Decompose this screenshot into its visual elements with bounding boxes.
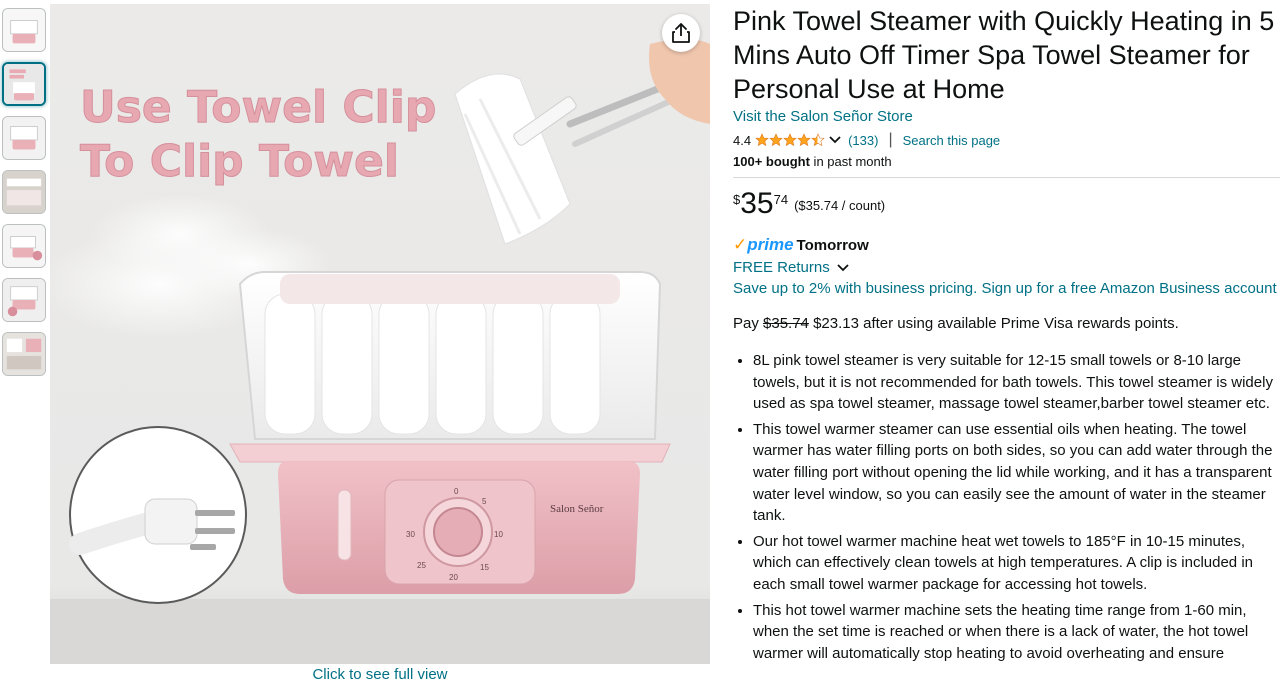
chevron-down-icon <box>837 263 849 271</box>
dial-label-0: 0 <box>454 487 459 496</box>
plug-inset <box>69 426 247 604</box>
thumbnail[interactable] <box>2 116 46 160</box>
separator: | <box>888 131 893 148</box>
rating-value: 4.4 <box>733 132 752 148</box>
feature-bullet: This towel warmer steamer can use essent… <box>753 419 1278 527</box>
price-fraction: 74 <box>773 192 789 207</box>
device-brand: Salon Señor <box>550 503 604 515</box>
feature-bullet: This hot towel warmer machine sets the h… <box>753 600 1278 665</box>
feature-bullet: Our hot towel warmer machine heat wet to… <box>753 531 1278 596</box>
business-pricing-link[interactable]: Save up to 2% with business pricing. Sig… <box>733 280 1280 297</box>
steamer-base: 0 5 10 15 20 25 30 Salon Señor <box>229 443 671 594</box>
visa-rest: $23.13 after using available Prime Visa … <box>808 315 1179 332</box>
product-details: Pink Towel Steamer with Quickly Heating … <box>733 4 1280 668</box>
feature-bullet: 8L pink towel steamer is very suitable f… <box>753 350 1278 415</box>
dial-label-5: 5 <box>482 497 487 506</box>
overlay-line-1: Use Towel Clip <box>80 82 436 133</box>
thumbnail-strip <box>2 8 46 386</box>
star-rating[interactable] <box>755 133 825 147</box>
thumbnail[interactable] <box>2 170 46 214</box>
dial-label-20: 20 <box>449 573 458 582</box>
delivery-day: Tomorrow <box>796 236 869 254</box>
prime-visa-offer: Pay $35.74 $23.13 after using available … <box>733 315 1280 332</box>
prime-check-icon: ✓ <box>733 235 748 254</box>
steamer-basket <box>238 271 662 440</box>
thumbnail[interactable] <box>2 62 46 106</box>
search-this-page-link[interactable]: Search this page <box>903 133 1001 148</box>
dial-label-25: 25 <box>417 561 426 570</box>
share-icon <box>672 23 690 43</box>
rating-count-link[interactable]: (133) <box>848 133 878 148</box>
main-product-image[interactable]: Use Towel Clip To Clip Towel 0 5 10 15 2… <box>50 4 710 664</box>
prime-delivery: ✓prime Tomorrow <box>733 235 1280 255</box>
bought-info: 100+ bought in past month <box>733 154 1280 169</box>
full-view-link[interactable]: Click to see full view <box>50 666 710 683</box>
star-icon <box>783 133 797 147</box>
half-star-icon <box>811 133 825 147</box>
product-title: Pink Towel Steamer with Quickly Heating … <box>733 6 1275 104</box>
star-icon <box>797 133 811 147</box>
star-icon <box>755 133 769 147</box>
dial-label-10: 10 <box>494 530 503 539</box>
feature-bullets: 8L pink towel steamer is very suitable f… <box>733 350 1278 664</box>
price-symbol: $ <box>733 192 741 207</box>
thumbnail[interactable] <box>2 224 46 268</box>
thumbnail[interactable] <box>2 8 46 52</box>
prime-label: prime <box>747 235 794 254</box>
star-icon <box>769 133 783 147</box>
dial-label-30: 30 <box>406 530 415 539</box>
thumbnail[interactable] <box>2 332 46 376</box>
free-returns-label: FREE Returns <box>733 259 830 276</box>
chevron-down-icon[interactable] <box>828 135 842 145</box>
visa-old-price: $35.74 <box>763 315 809 332</box>
rating-row: 4.4 (133) | Search this page <box>733 131 1280 149</box>
visa-pay: Pay <box>733 315 764 332</box>
prime-logo: ✓prime <box>733 235 794 255</box>
bought-period: in past month <box>809 154 892 169</box>
share-button[interactable] <box>662 14 700 52</box>
price-whole: 35 <box>740 187 774 220</box>
bought-count: 100+ bought <box>733 154 810 169</box>
divider <box>733 177 1280 178</box>
price: $ 35 74 ($35.74 / count) <box>733 188 1280 220</box>
store-link[interactable]: Visit the Salon Señor Store <box>733 108 913 125</box>
dial-label-15: 15 <box>480 563 489 572</box>
unit-price: ($35.74 / count) <box>794 198 886 213</box>
free-returns-link[interactable]: FREE Returns <box>733 259 1280 276</box>
overlay-line-2: To Clip Towel <box>80 136 399 187</box>
thumbnail[interactable] <box>2 278 46 322</box>
